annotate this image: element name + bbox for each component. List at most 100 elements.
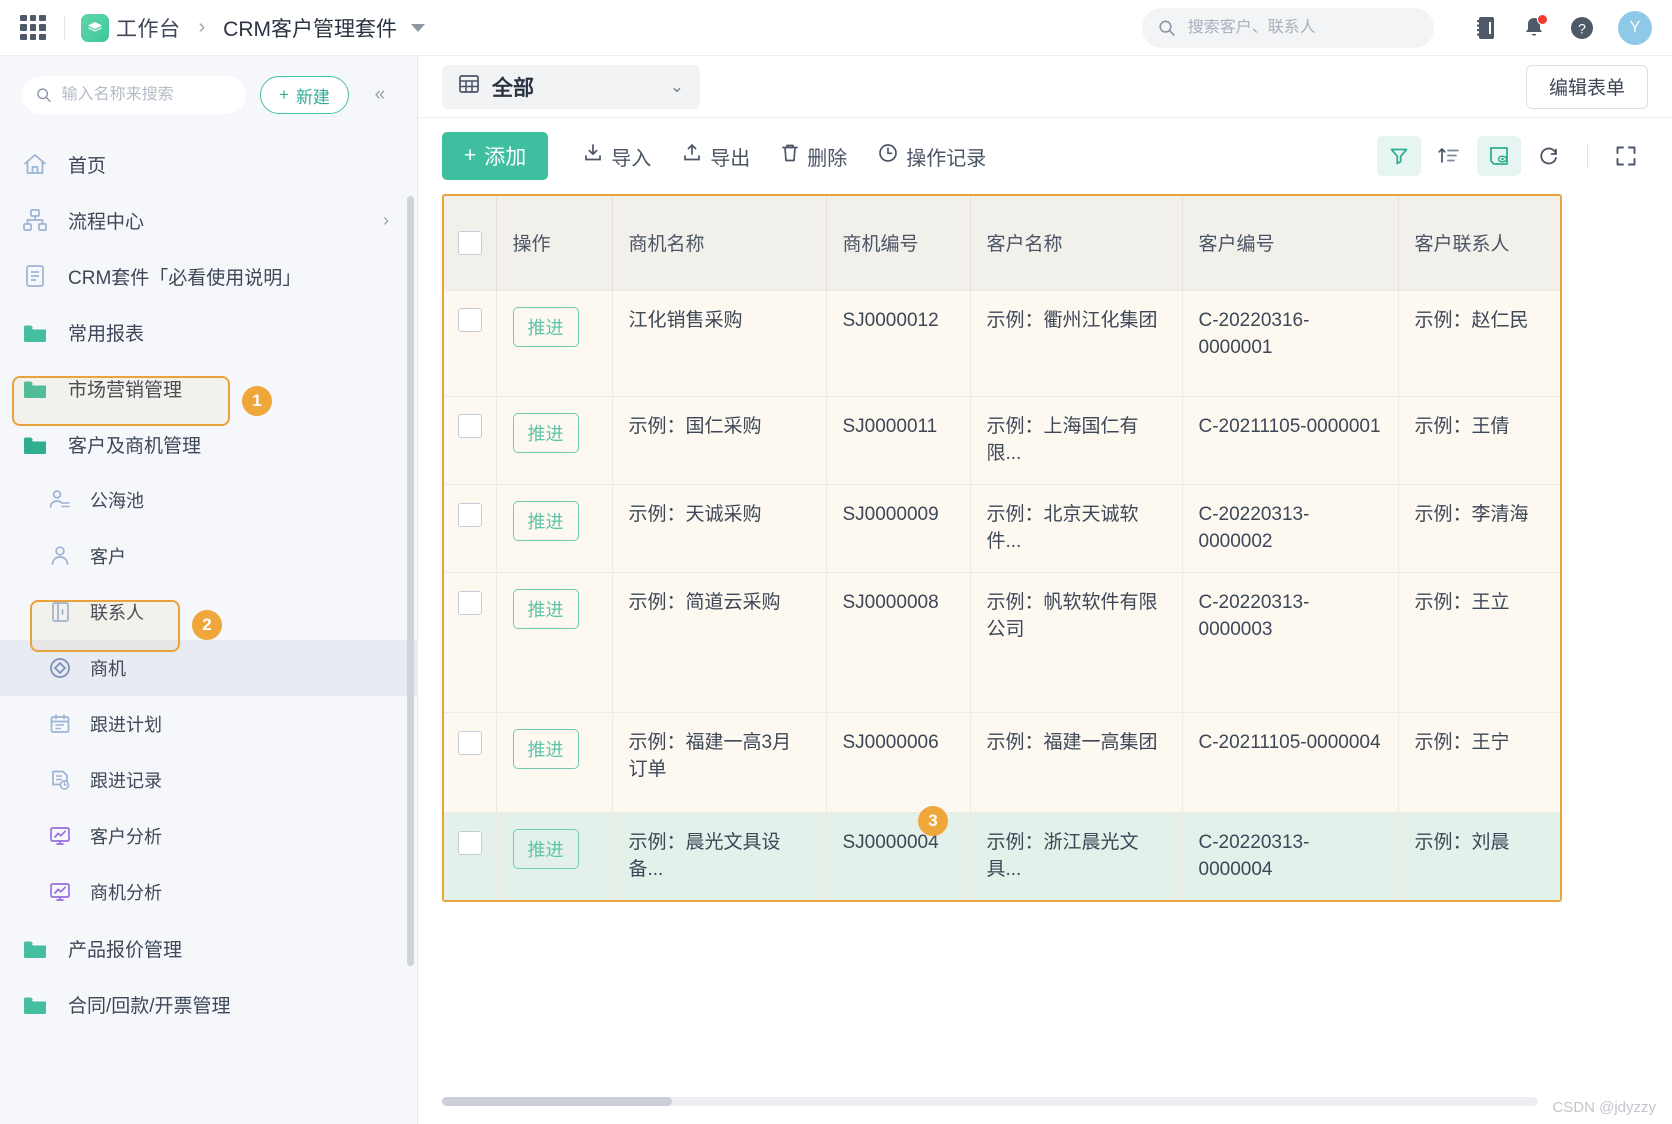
add-button[interactable]: + 添加 — [442, 132, 548, 180]
sidebar-item-home[interactable]: 首页 — [0, 136, 417, 192]
global-search-input[interactable] — [1188, 19, 1418, 37]
opportunity-icon — [48, 656, 78, 680]
row-select-cell — [444, 712, 496, 812]
sidebar-item-customer-opportunity[interactable]: 客户及商机管理 — [0, 416, 417, 472]
cell-customer-name: 示例：上海国仁有限... — [970, 396, 1182, 484]
table-row[interactable]: 推进 江化销售采购 SJ0000012 示例：衢州江化集团 C-20220316… — [444, 290, 1562, 396]
sidebar-item-followup-record[interactable]: 跟进记录 — [0, 752, 417, 808]
sidebar-item-followup-plan[interactable]: 跟进计划 — [0, 696, 417, 752]
avatar[interactable]: Y — [1618, 11, 1652, 45]
column-header-customer-name[interactable]: 客户名称 — [970, 196, 1182, 290]
delete-button[interactable]: 删除 — [780, 142, 847, 171]
cell-opportunity-name: 示例：晨光文具设备... — [612, 812, 826, 900]
push-button[interactable]: 推进 — [513, 729, 579, 769]
opportunity-table: 操作 商机名称 商机编号 客户名称 客户编号 客户联系人 推进 江化销售采购 — [444, 196, 1562, 900]
collapse-sidebar-icon[interactable]: « — [365, 80, 395, 110]
table-row[interactable]: 推进 示例：晨光文具设备... SJ0000004 示例：浙江晨光文具... C… — [444, 812, 1562, 900]
cell-opportunity-name: 示例：天诚采购 — [612, 484, 826, 572]
sidebar-item-marketing[interactable]: 市场营销管理 — [0, 360, 417, 416]
row-select-cell — [444, 484, 496, 572]
push-button[interactable]: 推进 — [513, 501, 579, 541]
scrollbar-thumb[interactable] — [442, 1097, 672, 1106]
sidebar-nav: 首页 流程中心 › CRM套件「必看使用说明」 常用报表 — [0, 132, 417, 1124]
sidebar-item-public-pool[interactable]: 公海池 — [0, 472, 417, 528]
sidebar-scrollbar[interactable] — [407, 196, 414, 966]
view-selector-label: 全部 — [492, 72, 534, 102]
bell-icon[interactable] — [1510, 4, 1558, 52]
import-button[interactable]: 导入 — [582, 142, 651, 171]
plus-icon: + — [464, 144, 476, 168]
sidebar-item-contract-payment-invoice[interactable]: 合同/回款/开票管理 — [0, 976, 417, 1032]
operation-log-button[interactable]: 操作记录 — [877, 142, 986, 171]
watermark: CSDN @jdyzzy — [1552, 1099, 1656, 1116]
step-badge-2: 2 — [192, 610, 222, 640]
push-button[interactable]: 推进 — [513, 307, 579, 347]
view-config-icon[interactable] — [1477, 136, 1521, 176]
column-header-customer-contact[interactable]: 客户联系人 — [1398, 196, 1562, 290]
edit-form-button[interactable]: 编辑表单 — [1526, 65, 1648, 109]
select-all-checkbox[interactable] — [458, 231, 482, 255]
column-header-action[interactable]: 操作 — [496, 196, 612, 290]
new-button[interactable]: + 新建 — [260, 76, 349, 114]
folder-icon — [22, 993, 56, 1015]
sidebar-item-opportunity[interactable]: 商机 — [0, 640, 417, 696]
chevron-down-icon[interactable] — [411, 24, 425, 32]
push-button[interactable]: 推进 — [513, 829, 579, 869]
sidebar-item-common-reports[interactable]: 常用报表 — [0, 304, 417, 360]
column-header-opportunity-name[interactable]: 商机名称 — [612, 196, 826, 290]
refresh-icon[interactable] — [1527, 136, 1571, 176]
table-horizontal-scrollbar[interactable] — [442, 1097, 1538, 1106]
row-checkbox[interactable] — [458, 414, 482, 438]
sort-icon[interactable] — [1427, 136, 1471, 176]
sidebar-item-crm-instructions[interactable]: CRM套件「必看使用说明」 — [0, 248, 417, 304]
chevron-right-icon[interactable]: › — [383, 210, 389, 231]
breadcrumb-current-app[interactable]: CRM客户管理套件 — [223, 13, 397, 43]
push-button[interactable]: 推进 — [513, 413, 579, 453]
sidebar-item-label: 商机 — [90, 655, 126, 681]
global-search-box[interactable] — [1142, 8, 1434, 48]
sidebar-item-customer[interactable]: 客户 — [0, 528, 417, 584]
export-button[interactable]: 导出 — [681, 142, 750, 171]
sidebar-search-box[interactable] — [22, 76, 246, 114]
folder-icon — [22, 937, 56, 959]
sidebar-item-label: 首页 — [68, 151, 106, 178]
sidebar-item-opportunity-analysis[interactable]: 商机分析 — [0, 864, 417, 920]
push-button[interactable]: 推进 — [513, 589, 579, 629]
tools-divider — [1587, 143, 1588, 169]
cell-opportunity-code: SJ0000008 — [826, 572, 970, 712]
import-label: 导入 — [611, 142, 651, 171]
table-row[interactable]: 推进 示例：简道云采购 SJ0000008 示例：帆软软件有限公司 C-2022… — [444, 572, 1562, 712]
row-checkbox[interactable] — [458, 503, 482, 527]
sidebar-item-label: 客户分析 — [90, 823, 162, 849]
table-row[interactable]: 推进 示例：天诚采购 SJ0000009 示例：北京天诚软件... C-2022… — [444, 484, 1562, 572]
help-icon[interactable]: ? — [1558, 4, 1606, 52]
column-header-opportunity-code[interactable]: 商机编号 — [826, 196, 970, 290]
svg-text:?: ? — [1578, 20, 1586, 36]
grid-apps-icon[interactable] — [18, 13, 48, 43]
book-icon[interactable] — [1462, 4, 1510, 52]
view-selector[interactable]: 全部 ⌄ — [442, 65, 700, 109]
sidebar-item-product-quote[interactable]: 产品报价管理 — [0, 920, 417, 976]
chevron-down-icon[interactable]: ⌄ — [670, 77, 684, 97]
sidebar-item-customer-analysis[interactable]: 客户分析 — [0, 808, 417, 864]
sidebar-item-label: CRM套件「必看使用说明」 — [68, 263, 301, 290]
row-checkbox[interactable] — [458, 591, 482, 615]
filter-icon[interactable] — [1377, 136, 1421, 176]
table-row[interactable]: 推进 示例：福建一高3月订单 SJ0000006 示例：福建一高集团 C-202… — [444, 712, 1562, 812]
sidebar-search-input[interactable] — [62, 86, 232, 104]
sidebar-item-label: 市场营销管理 — [68, 375, 182, 402]
row-checkbox[interactable] — [458, 831, 482, 855]
row-checkbox[interactable] — [458, 731, 482, 755]
breadcrumb-workspace[interactable]: 工作台 — [116, 13, 181, 43]
step-badge-3: 3 — [918, 806, 948, 836]
top-bar: 工作台 › CRM客户管理套件 — [0, 0, 1672, 56]
table-row[interactable]: 推进 示例：国仁采购 SJ0000011 示例：上海国仁有限... C-2021… — [444, 396, 1562, 484]
cell-customer-code: C-20220313-0000002 — [1182, 484, 1398, 572]
column-header-customer-code[interactable]: 客户编号 — [1182, 196, 1398, 290]
row-checkbox[interactable] — [458, 308, 482, 332]
cell-customer-contact: 示例：王倩 — [1398, 396, 1562, 484]
fullscreen-icon[interactable] — [1604, 136, 1648, 176]
cell-customer-name: 示例：浙江晨光文具... — [970, 812, 1182, 900]
cell-customer-contact: 示例：刘晨 — [1398, 812, 1562, 900]
sidebar-item-flow-center[interactable]: 流程中心 › — [0, 192, 417, 248]
